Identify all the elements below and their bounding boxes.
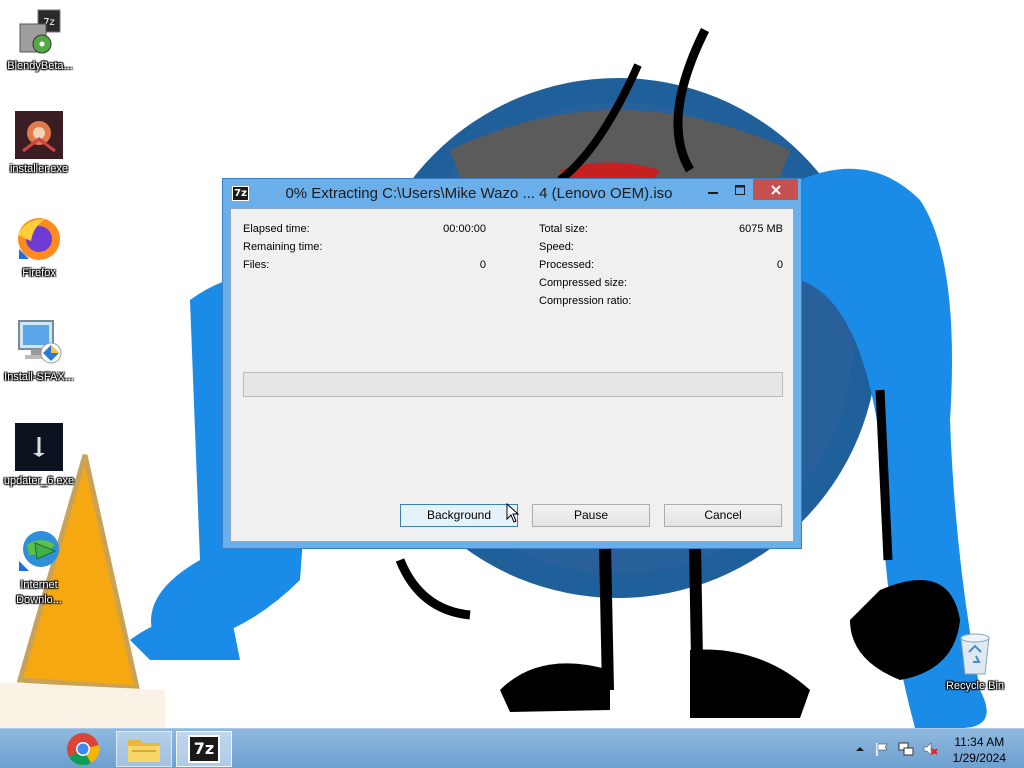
extraction-dialog: 7z 0% Extracting C:\Users\Mike Wazo ... … [222, 178, 802, 549]
dialog-client-area: Elapsed time: 00:00:00 Remaining time: F… [230, 208, 794, 542]
close-icon [770, 185, 781, 195]
taskbar: 7z 11:34 AM 1/29/2024 [0, 728, 1024, 768]
stat-label: Elapsed time: [243, 223, 310, 235]
taskbar-chrome[interactable] [55, 731, 111, 767]
desktop-icon-internet-download-manager[interactable]: Internet Downlo... [0, 527, 79, 608]
desktop-icon-blendybeta[interactable]: 7z BlendyBeta... [0, 8, 80, 73]
mouse-pointer-icon [506, 503, 520, 523]
minimize-button[interactable] [699, 179, 726, 200]
desktop-icon-updater[interactable]: updater_6.exe [0, 423, 79, 488]
stat-compressed-size: Compressed size: [539, 277, 783, 293]
stat-speed: Speed: [539, 241, 783, 257]
background-button[interactable]: Background [400, 504, 518, 527]
dialog-titlebar[interactable]: 7z 0% Extracting C:\Users\Mike Wazo ... … [223, 179, 801, 208]
computer-shield-icon [15, 319, 63, 367]
clock-time: 11:34 AM [954, 735, 1005, 749]
desktop-icon-label: BlendyBeta... [7, 60, 73, 72]
7zip-icon-text: 7z [193, 739, 215, 758]
stat-processed: Processed: 0 [539, 259, 783, 275]
stat-label: Compression ratio: [539, 295, 632, 307]
stat-elapsed-time: Elapsed time: 00:00:00 [243, 223, 486, 239]
desktop-icon-label: Firefox [22, 267, 56, 279]
desktop-icon-firefox[interactable]: Firefox [0, 215, 79, 280]
7zip-icon: 7z [188, 735, 220, 763]
maximize-button[interactable] [726, 179, 753, 200]
minimize-icon [707, 192, 718, 194]
chrome-icon [67, 733, 100, 766]
desktop-icon-install-sfax[interactable]: Install-SFAX... [0, 319, 79, 384]
clock-date: 1/29/2024 [952, 751, 1006, 765]
stat-files: Files: 0 [243, 259, 486, 275]
show-hidden-icons-icon[interactable] [852, 741, 868, 757]
desktop-icon-recycle-bin[interactable]: Recycle Bin [935, 630, 1015, 693]
stat-compression-ratio: Compression ratio: [539, 295, 783, 311]
stat-value: 0 [479, 259, 486, 271]
maximize-icon [734, 185, 745, 195]
desktop-icon-label: installer.exe [9, 163, 69, 175]
extraction-progress-bar [243, 372, 783, 397]
pause-button[interactable]: Pause [532, 504, 650, 527]
stat-label: Total size: [539, 223, 588, 235]
stat-value: 6075 MB [738, 223, 783, 235]
desktop-icon-label: updater_6.exe [3, 475, 75, 487]
updater-icon [15, 423, 63, 471]
desktop-icon-label: Install-SFAX... [4, 371, 74, 383]
taskbar-7zip[interactable]: 7z [176, 731, 232, 767]
stat-label: Processed: [539, 259, 595, 271]
stat-remaining-time: Remaining time: [243, 241, 486, 257]
stat-label: Speed: [539, 241, 574, 253]
stat-label: Files: [243, 259, 270, 271]
desktop-icon-label: Recycle Bin [945, 680, 1005, 692]
desktop-icon-label: Internet Downlo... [16, 579, 62, 606]
stat-value: 0 [776, 259, 783, 271]
volume-muted-icon[interactable] [922, 741, 938, 757]
stat-value: 00:00:00 [443, 223, 486, 235]
stat-label: Compressed size: [539, 277, 628, 289]
desktop-icon-installer[interactable]: installer.exe [0, 111, 79, 176]
recycle-bin-icon [955, 630, 995, 676]
internet-download-manager-icon [15, 527, 63, 575]
network-icon[interactable] [898, 741, 914, 757]
action-center-flag-icon[interactable] [874, 741, 890, 757]
taskbar-file-explorer[interactable] [116, 731, 172, 767]
close-button[interactable] [753, 179, 798, 200]
system-clock[interactable]: 11:34 AM 1/29/2024 [953, 734, 1006, 766]
installer-disc-icon: 7z [16, 8, 64, 56]
stat-total-size: Total size: 6075 MB [539, 223, 783, 239]
stat-label: Remaining time: [243, 241, 323, 253]
file-explorer-icon [128, 740, 160, 762]
installer-art-icon [15, 111, 63, 159]
cancel-button[interactable]: Cancel [664, 504, 782, 527]
firefox-icon [15, 215, 63, 263]
